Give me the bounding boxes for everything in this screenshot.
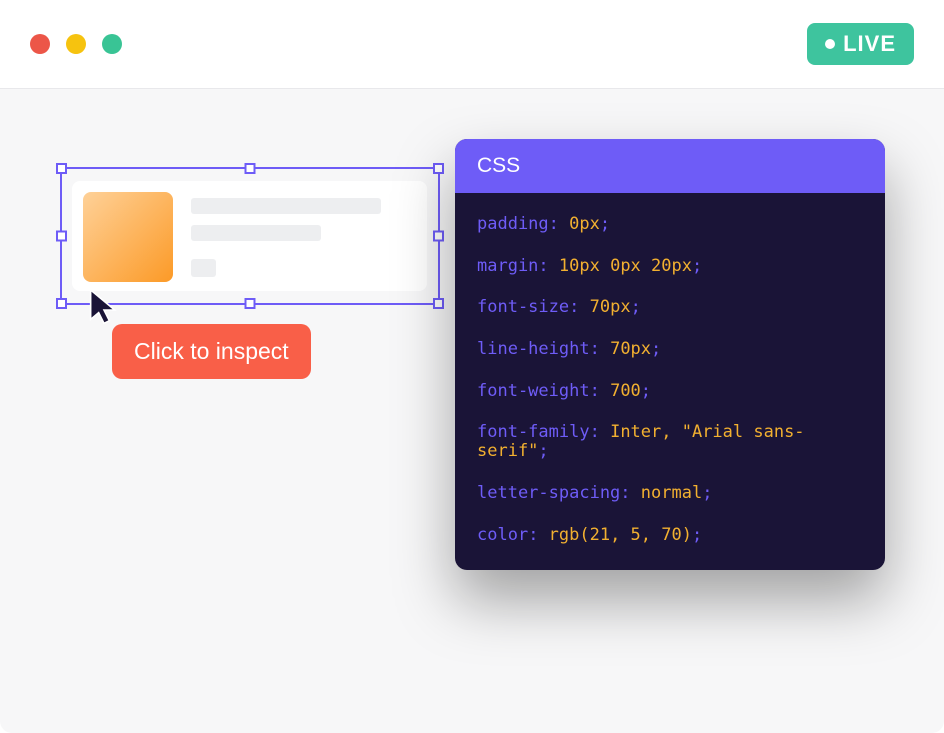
css-property-row[interactable]: margin: 10px 0px 20px; (477, 257, 863, 276)
resize-handle-top-left[interactable] (56, 163, 67, 174)
css-property-row[interactable]: font-weight: 700; (477, 382, 863, 401)
css-property-value: 0px (569, 214, 600, 234)
live-label: LIVE (843, 31, 896, 57)
css-property-value: 70px (590, 297, 631, 317)
resize-handle-middle-left[interactable] (56, 231, 67, 242)
maximize-window-button[interactable] (102, 34, 122, 54)
card-thumbnail (83, 192, 173, 282)
minimize-window-button[interactable] (66, 34, 86, 54)
resize-handle-bottom-middle[interactable] (245, 298, 256, 309)
css-property-value: normal (641, 483, 702, 503)
css-property-row[interactable]: font-family: Inter, "Arial sans-serif"; (477, 423, 863, 460)
live-badge: LIVE (807, 23, 914, 65)
traffic-lights (30, 34, 122, 54)
live-dot-icon (825, 39, 835, 49)
resize-handle-bottom-left[interactable] (56, 298, 67, 309)
css-property-row[interactable]: padding: 0px; (477, 215, 863, 234)
skeleton-line (191, 198, 381, 214)
css-property-row[interactable]: color: rgb(21, 5, 70); (477, 526, 863, 545)
css-panel-header: CSS (455, 139, 885, 193)
resize-handle-top-middle[interactable] (245, 163, 256, 174)
css-property-key: padding (477, 214, 549, 234)
content-area: Click to inspect CSS padding: 0px; margi… (0, 88, 944, 733)
cursor-icon (88, 287, 120, 325)
css-property-row[interactable]: letter-spacing: normal; (477, 484, 863, 503)
css-property-value: rgb(21, 5, 70) (549, 525, 692, 545)
css-property-row[interactable]: font-size: 70px; (477, 298, 863, 317)
css-panel-body: padding: 0px; margin: 10px 0px 20px; fon… (455, 193, 885, 570)
css-property-key: letter-spacing (477, 483, 620, 503)
resize-handle-top-right[interactable] (433, 163, 444, 174)
skeleton-line (191, 259, 216, 277)
css-property-key: color (477, 525, 528, 545)
resize-handle-bottom-right[interactable] (433, 298, 444, 309)
css-property-value: 70px (610, 339, 651, 359)
css-property-key: font-size (477, 297, 569, 317)
css-property-value: 700 (610, 381, 641, 401)
browser-window: LIVE Click to inspect (0, 0, 944, 733)
css-inspector-panel: CSS padding: 0px; margin: 10px 0px 20px;… (455, 139, 885, 570)
resize-handle-middle-right[interactable] (433, 231, 444, 242)
css-property-key: font-family (477, 422, 590, 442)
skeleton-line (191, 225, 321, 241)
css-property-value: 10px 0px 20px (559, 256, 692, 276)
selected-card-element[interactable] (72, 181, 427, 291)
css-panel-title: CSS (477, 154, 520, 177)
card-content-placeholder (191, 192, 381, 280)
inspect-tooltip-label: Click to inspect (134, 338, 289, 364)
css-property-key: margin (477, 256, 538, 276)
css-property-key: font-weight (477, 381, 590, 401)
inspect-tooltip[interactable]: Click to inspect (112, 324, 311, 379)
css-property-row[interactable]: line-height: 70px; (477, 340, 863, 359)
close-window-button[interactable] (30, 34, 50, 54)
css-property-key: line-height (477, 339, 590, 359)
titlebar: LIVE (0, 0, 944, 88)
